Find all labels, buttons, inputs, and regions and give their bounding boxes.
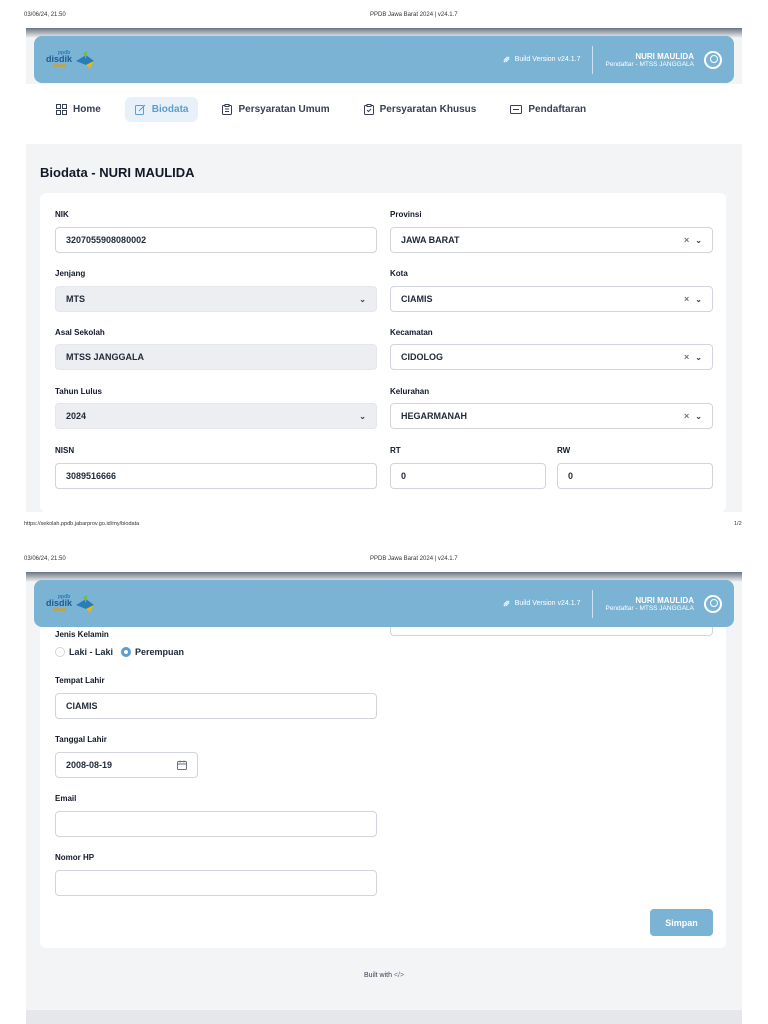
page-title: Biodata - NURI MAULIDA bbox=[40, 165, 195, 180]
clear-icon: × bbox=[684, 294, 690, 304]
topbar-2: ppdb disdik jabar Build Version v24.1.7 NU… bbox=[34, 580, 734, 627]
code-icon: </> bbox=[393, 972, 405, 979]
save-button[interactable]: Simpan bbox=[650, 909, 713, 936]
chevron-down-icon: ⌄ bbox=[695, 235, 702, 245]
kota-label: Kota bbox=[390, 269, 408, 278]
clipboard-check-icon bbox=[363, 104, 374, 115]
clear-icon: × bbox=[684, 352, 690, 362]
chevron-down-icon: ⌄ bbox=[695, 294, 702, 304]
chevron-down-icon: ⌄ bbox=[359, 411, 366, 421]
clear-icon: × bbox=[684, 235, 690, 245]
kota-select[interactable]: CIAMIS × ⌄ bbox=[390, 286, 713, 312]
asal-sekolah-field[interactable]: MTSS JANGGALA bbox=[55, 344, 377, 370]
jenis-kelamin-label: Jenis Kelamin bbox=[55, 630, 109, 639]
chevron-down-icon: ⌄ bbox=[359, 294, 366, 304]
calendar-icon bbox=[177, 760, 187, 770]
chevron-down-icon: ⌄ bbox=[695, 352, 702, 362]
tahun-lulus-label: Tahun Lulus bbox=[55, 387, 102, 396]
app-logo: ppdb disdik jabar bbox=[46, 594, 96, 613]
tempat-lahir-field[interactable]: CIAMIS bbox=[55, 693, 377, 719]
rw-field[interactable]: 0 bbox=[557, 463, 713, 489]
tahun-lulus-select[interactable]: 2024 ⌄ bbox=[55, 403, 377, 429]
avatar-icon[interactable] bbox=[704, 594, 722, 613]
nav-home[interactable]: Home bbox=[46, 97, 111, 122]
tempat-lahir-label: Tempat Lahir bbox=[55, 676, 105, 685]
gender-radio-group: Laki - Laki Perempuan bbox=[55, 647, 184, 657]
radio-label-perempuan: Perempuan bbox=[135, 647, 185, 657]
nav-biodata[interactable]: Biodata bbox=[124, 97, 199, 122]
asal-sekolah-label: Asal Sekolah bbox=[55, 328, 105, 337]
nomor-hp-label: Nomor HP bbox=[55, 853, 95, 862]
provinsi-select[interactable]: JAWA BARAT × ⌄ bbox=[390, 227, 713, 253]
radio-label-laki-laki: Laki - Laki bbox=[69, 647, 114, 657]
app-logo: ppdb disdik jabar bbox=[46, 50, 96, 69]
rocket-icon bbox=[503, 600, 510, 607]
build-version: Build Version v24.1.7 bbox=[502, 45, 594, 74]
radio-laki-laki[interactable] bbox=[55, 647, 65, 657]
chevron-down-icon: ⌄ bbox=[695, 411, 702, 421]
email-field[interactable] bbox=[55, 811, 377, 837]
nav-persyaratan-umum[interactable]: Persyaratan Umum bbox=[212, 97, 339, 122]
nisn-field[interactable]: 3089516666 bbox=[55, 463, 377, 489]
rocket-icon bbox=[503, 56, 510, 63]
radio-perempuan[interactable] bbox=[121, 647, 132, 657]
kelurahan-select[interactable]: HEGARMANAH × ⌄ bbox=[390, 403, 713, 429]
build-version: Build Version v24.1.7 bbox=[502, 589, 594, 618]
jenjang-select[interactable]: MTS ⌄ bbox=[55, 286, 377, 312]
print-doc-title: PPDB Jawa Barat 2024 | v24.1.7 bbox=[370, 12, 458, 18]
kelurahan-label: Kelurahan bbox=[390, 387, 430, 396]
logo-mark-icon bbox=[76, 50, 95, 68]
tanggal-lahir-field[interactable]: 2008-08-19 bbox=[55, 752, 198, 778]
card-icon bbox=[510, 105, 523, 114]
grid-icon bbox=[56, 104, 67, 115]
user-info: NURI MAULIDA Pendaftar - MTSS JANGGALA bbox=[605, 595, 694, 612]
email-label: Email bbox=[55, 794, 77, 803]
rt-field[interactable]: 0 bbox=[390, 463, 546, 489]
print-page: 1/2 bbox=[734, 521, 742, 527]
built-with-text: Built with bbox=[363, 972, 392, 979]
page-bottom bbox=[26, 1010, 742, 1024]
footer: Built with </> bbox=[0, 972, 768, 979]
kecamatan-select[interactable]: CIDOLOG × ⌄ bbox=[390, 344, 713, 370]
nik-field[interactable]: 3207055908080002 bbox=[55, 227, 377, 253]
print-datetime-2: 03/06/24, 21.50 bbox=[24, 556, 66, 562]
tanggal-lahir-label: Tanggal Lahir bbox=[55, 735, 107, 744]
print-datetime: 03/06/24, 21.50 bbox=[24, 12, 66, 18]
rw-label: RW bbox=[557, 446, 571, 455]
user-info: NURI MAULIDA Pendaftar - MTSS JANGGALA bbox=[605, 51, 694, 68]
nik-label: NIK bbox=[55, 210, 69, 219]
print-url: https://sekolah.ppdb.jabarprov.go.id/my/… bbox=[24, 521, 140, 527]
nomor-hp-field[interactable] bbox=[55, 870, 377, 896]
nav-pendaftaran[interactable]: Pendaftaran bbox=[500, 97, 596, 122]
nisn-label: NISN bbox=[55, 446, 75, 455]
kecamatan-label: Kecamatan bbox=[390, 328, 433, 337]
clear-icon: × bbox=[684, 411, 690, 421]
print-doc-title-2: PPDB Jawa Barat 2024 | v24.1.7 bbox=[370, 556, 458, 562]
provinsi-label: Provinsi bbox=[390, 210, 422, 219]
main-nav: Home Biodata Persyaratan Umum Persyarata… bbox=[46, 97, 596, 122]
jenjang-label: Jenjang bbox=[55, 269, 86, 278]
rt-label: RT bbox=[390, 446, 401, 455]
topbar: ppdb disdik jabar Build Version v24.1.7 NU… bbox=[34, 36, 734, 83]
edit-icon bbox=[134, 104, 146, 115]
logo-mark-icon bbox=[76, 594, 95, 612]
nav-persyaratan-khusus[interactable]: Persyaratan Khusus bbox=[354, 97, 487, 122]
avatar-icon[interactable] bbox=[704, 50, 722, 69]
clipboard-icon bbox=[222, 104, 233, 115]
